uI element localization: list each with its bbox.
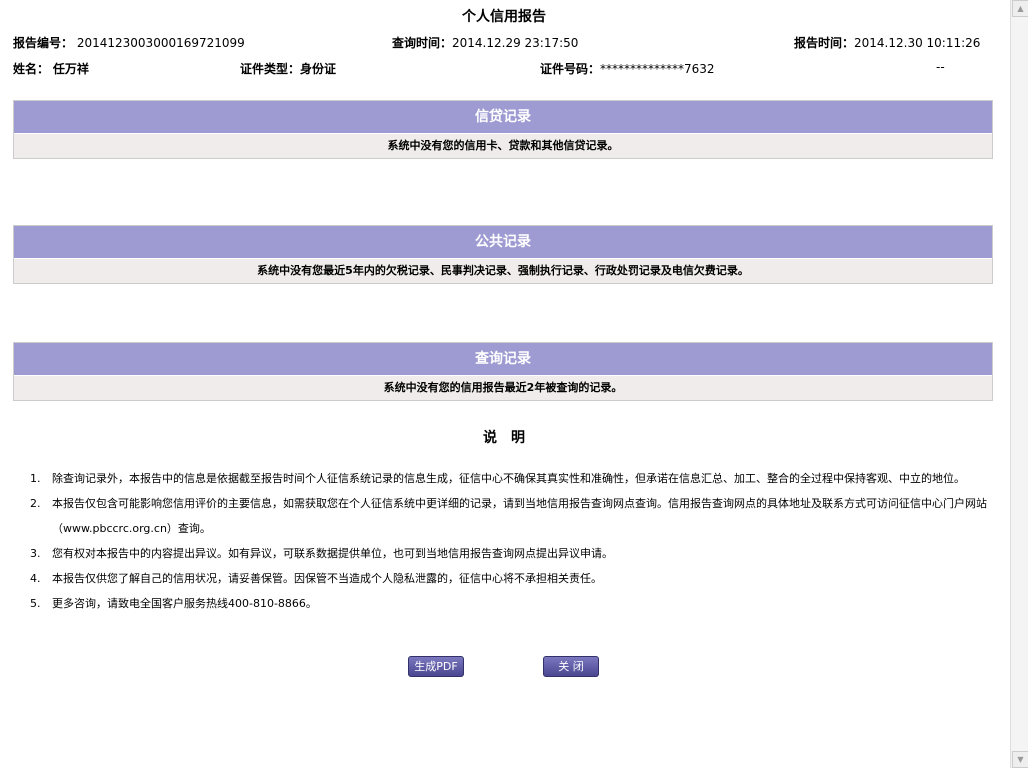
note-item: 1. 除查询记录外，本报告中的信息是依据截至报告时间个人征信系统记录的信息生成，征…	[30, 466, 992, 491]
note-number: 4.	[30, 572, 41, 585]
scroll-up-icon[interactable]: ▲	[1012, 0, 1028, 17]
report-no-label: 报告编号：	[13, 36, 74, 50]
note-number: 3.	[30, 547, 41, 560]
note-number: 2.	[30, 497, 41, 510]
note-item: 3. 您有权对本报告中的内容提出异议。如有异议，可联系数据提供单位，也可到当地信用…	[30, 541, 992, 566]
id-type-value: 身份证	[300, 62, 337, 76]
section-header: 公共记录	[14, 226, 992, 259]
note-text: 本报告仅包含可能影响您信用评价的主要信息，如需获取您在个人征信系统中更详细的记录…	[52, 497, 987, 535]
note-number: 5.	[30, 597, 41, 610]
note-item: 2. 本报告仅包含可能影响您信用评价的主要信息，如需获取您在个人征信系统中更详细的…	[30, 491, 992, 541]
note-text: 本报告仅供您了解自己的信用状况，请妥善保管。因保管不当造成个人隐私泄露的，征信中…	[52, 572, 602, 585]
name-value: 任万祥	[52, 62, 89, 76]
scrollbar[interactable]: ▲ ▼	[1010, 0, 1028, 768]
query-records-section: 查询记录 系统中没有您的信用报告最近2年被查询的记录。	[13, 342, 993, 401]
report-no: 报告编号： 2014123003000169721099	[13, 34, 245, 51]
section-header: 查询记录	[14, 343, 992, 376]
section-body: 系统中没有您的信用卡、贷款和其他信贷记录。	[14, 134, 992, 158]
note-text: 您有权对本报告中的内容提出异议。如有异议，可联系数据提供单位，也可到当地信用报告…	[52, 547, 613, 560]
notes-title: 说 明	[483, 430, 525, 446]
query-time-label: 查询时间：	[392, 36, 453, 50]
close-button[interactable]: 关 闭	[543, 656, 599, 677]
note-item: 5. 更多咨询，请致电全国客户服务热线400-810-8866。	[30, 591, 992, 616]
report-time-value: 2014.12.30 10:11:26	[854, 36, 981, 50]
name: 姓名： 任万祥	[13, 60, 89, 77]
extra-field: --	[936, 60, 945, 74]
report-time: 报告时间：2014.12.30 10:11:26	[794, 34, 980, 51]
report-time-label: 报告时间：	[794, 36, 855, 50]
generate-pdf-button[interactable]: 生成PDF	[408, 656, 464, 677]
notes-list: 1. 除查询记录外，本报告中的信息是依据截至报告时间个人征信系统记录的信息生成，征…	[30, 466, 992, 616]
note-text: 更多咨询，请致电全国客户服务热线400-810-8866。	[52, 597, 317, 610]
page-title: 个人信用报告	[462, 9, 546, 25]
name-label: 姓名：	[13, 62, 50, 76]
query-time: 查询时间：2014.12.29 23:17:50	[392, 34, 578, 51]
report-no-value: 2014123003000169721099	[76, 36, 245, 50]
note-text: 除查询记录外，本报告中的信息是依据截至报告时间个人征信系统记录的信息生成，征信中…	[52, 472, 965, 485]
note-item: 4. 本报告仅供您了解自己的信用状况，请妥善保管。因保管不当造成个人隐私泄露的，征…	[30, 566, 992, 591]
id-type-label: 证件类型：	[240, 62, 301, 76]
query-time-value: 2014.12.29 23:17:50	[452, 36, 579, 50]
id-no-value: **************7632	[600, 62, 715, 76]
section-body: 系统中没有您最近5年内的欠税记录、民事判决记录、强制执行记录、行政处罚记录及电信…	[14, 259, 992, 283]
public-records-section: 公共记录 系统中没有您最近5年内的欠税记录、民事判决记录、强制执行记录、行政处罚记…	[13, 225, 993, 284]
id-no: 证件号码：**************7632	[540, 60, 715, 77]
section-header: 信贷记录	[14, 101, 992, 134]
id-type: 证件类型：身份证	[240, 60, 336, 77]
credit-records-section: 信贷记录 系统中没有您的信用卡、贷款和其他信贷记录。	[13, 100, 993, 159]
id-no-label: 证件号码：	[540, 62, 601, 76]
scroll-down-icon[interactable]: ▼	[1012, 751, 1028, 768]
section-body: 系统中没有您的信用报告最近2年被查询的记录。	[14, 376, 992, 400]
note-number: 1.	[30, 472, 41, 485]
